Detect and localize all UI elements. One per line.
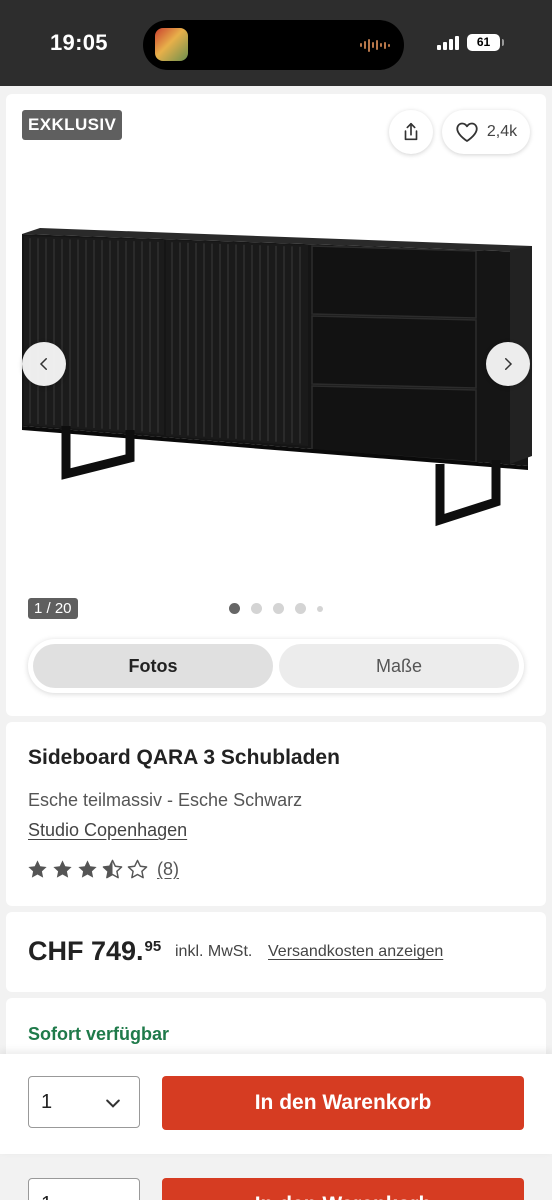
product-title: Sideboard QARA 3 Schubladen xyxy=(28,746,340,769)
price-section: CHF 749. 95 inkl. MwSt. Versandkosten anz… xyxy=(6,912,546,992)
add-to-cart-button[interactable]: In den Warenkorb xyxy=(162,1178,524,1200)
signal-icon xyxy=(437,35,459,50)
pagination-dot[interactable] xyxy=(229,603,240,614)
now-playing-artwork xyxy=(155,28,188,61)
quantity-select[interactable]: 1 xyxy=(28,1076,140,1128)
share-button[interactable] xyxy=(389,110,433,154)
tab-dimensions[interactable]: Maße xyxy=(279,644,519,688)
price-cents: 95 xyxy=(144,938,162,955)
dynamic-island xyxy=(143,20,404,70)
status-bar: 19:05 61 xyxy=(0,0,552,86)
sticky-cart-bar: 1 In den Warenkorb xyxy=(0,1054,552,1154)
star-half-icon xyxy=(102,859,123,879)
audio-waveform-icon xyxy=(360,37,390,53)
quantity-value: 1 xyxy=(41,1193,52,1200)
gallery-pagination xyxy=(229,603,323,614)
product-info: Sideboard QARA 3 Schubladen Esche teilma… xyxy=(6,722,546,906)
wishlist-button[interactable]: 2,4k xyxy=(442,110,530,154)
gallery-prev-button[interactable] xyxy=(22,342,66,386)
battery-icon: 61 xyxy=(467,34,504,51)
quantity-value: 1 xyxy=(41,1091,53,1113)
star-full-icon xyxy=(53,860,72,878)
status-time: 19:05 xyxy=(50,30,108,55)
chevron-left-icon xyxy=(39,358,47,370)
like-count: 2,4k xyxy=(486,123,518,140)
quantity-select[interactable]: 1 xyxy=(28,1178,140,1200)
tab-photos[interactable]: Fotos xyxy=(33,644,273,688)
image-counter: 1 / 20 xyxy=(28,598,78,619)
chevron-right-icon xyxy=(505,358,513,370)
add-to-cart-button[interactable]: In den Warenkorb xyxy=(162,1076,524,1130)
product-gallery: EXKLUSIV 2,4k 1 / 20 Fotos Maße xyxy=(6,94,546,716)
vat-note: inkl. MwSt. xyxy=(175,943,253,960)
brand-link[interactable]: Studio Copenhagen xyxy=(28,820,187,841)
rating-count[interactable]: (8) xyxy=(157,859,179,880)
system-indicators: 61 xyxy=(437,34,504,51)
chevron-down-icon xyxy=(106,1099,120,1108)
share-icon xyxy=(404,122,418,141)
media-tab-switch: Fotos Maße xyxy=(28,639,524,693)
gallery-next-button[interactable] xyxy=(486,342,530,386)
price-main: CHF 749. xyxy=(28,936,144,966)
pagination-dot[interactable] xyxy=(295,603,306,614)
product-image[interactable] xyxy=(20,220,534,540)
shipping-costs-link[interactable]: Versandkosten anzeigen xyxy=(268,943,443,961)
star-full-icon xyxy=(28,860,47,878)
pagination-dot[interactable] xyxy=(251,603,262,614)
product-material: Esche teilmassiv - Esche Schwarz xyxy=(28,790,303,810)
price: CHF 749. 95 xyxy=(28,936,161,967)
heart-icon xyxy=(456,122,478,142)
pagination-dot[interactable] xyxy=(273,603,284,614)
rating-stars[interactable]: (8) xyxy=(26,858,179,881)
star-full-icon xyxy=(78,860,97,878)
exclusive-badge: EXKLUSIV xyxy=(22,110,123,140)
inline-cart-bar: 1 In den Warenkorb xyxy=(0,1160,552,1200)
star-empty-icon xyxy=(127,859,148,879)
availability-status: Sofort verfügbar xyxy=(28,1024,170,1044)
pagination-dot[interactable] xyxy=(317,605,323,612)
